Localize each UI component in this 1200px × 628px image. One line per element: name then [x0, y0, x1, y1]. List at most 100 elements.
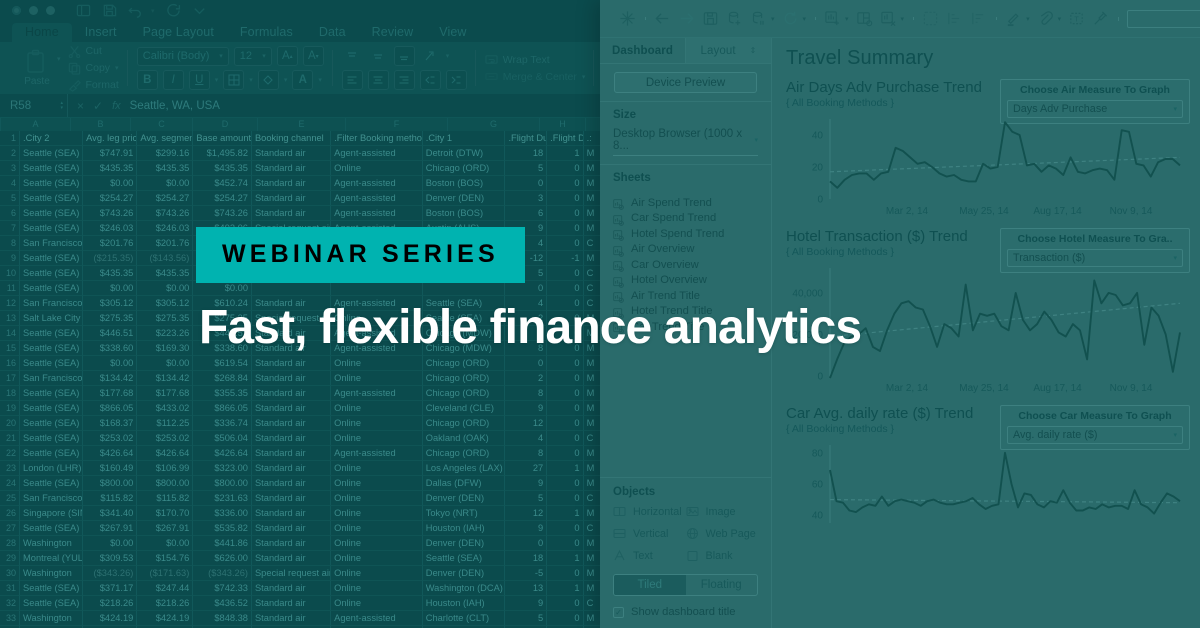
align-middle-button[interactable]: [368, 46, 389, 66]
cut-icon[interactable]: [68, 45, 81, 58]
table-cell[interactable]: 0: [505, 176, 548, 191]
table-cell[interactable]: 0: [547, 491, 584, 506]
ribbon-tab-formulas[interactable]: Formulas: [227, 23, 306, 42]
table-cell[interactable]: 0: [547, 281, 584, 296]
table-cell[interactable]: $154.76: [137, 551, 194, 566]
row-number[interactable]: 1: [0, 131, 21, 146]
table-cell[interactable]: Standard air: [251, 206, 332, 221]
borders-caret-icon[interactable]: ▾: [249, 76, 253, 84]
table-cell[interactable]: Charlotte (CLT): [422, 611, 506, 626]
table-row[interactable]: 2 Seattle (SEA) $747.91 $299.16 $1,495.82 Sta…: [0, 146, 620, 161]
table-cell[interactable]: Seattle (SEA): [422, 551, 506, 566]
table-row[interactable]: 26 Singapore (SIN) $341.40 $170.70 $336.00 St…: [0, 506, 620, 521]
merge-center-caret-icon[interactable]: ▾: [582, 73, 586, 81]
table-cell[interactable]: $371.17: [83, 581, 138, 596]
table-cell[interactable]: $441.86: [193, 536, 252, 551]
align-top-button[interactable]: [342, 46, 363, 66]
row-number[interactable]: 9: [0, 251, 21, 266]
row-number[interactable]: 26: [0, 506, 21, 521]
table-cell[interactable]: $253.02: [83, 431, 138, 446]
table-cell[interactable]: $436.52: [193, 596, 252, 611]
table-cell[interactable]: $0.00: [137, 356, 194, 371]
table-cell[interactable]: $800.00: [83, 476, 138, 491]
table-cell[interactable]: $626.00: [193, 551, 252, 566]
table-cell[interactable]: 5: [505, 161, 548, 176]
borders-button[interactable]: [223, 70, 245, 90]
table-cell[interactable]: $115.82: [137, 491, 194, 506]
table-cell[interactable]: Washington: [20, 536, 84, 551]
table-cell[interactable]: Boston (BOS): [422, 176, 506, 191]
table-cell[interactable]: Agent-assisted: [331, 386, 423, 401]
table-row[interactable]: 28 Washington $0.00 $0.00 $441.86 Standard ai…: [0, 536, 620, 551]
table-cell[interactable]: $355.35: [193, 386, 252, 401]
table-cell[interactable]: $743.26: [137, 206, 194, 221]
table-row[interactable]: 19 Seattle (SEA) $866.05 $433.02 $866.05 Stan…: [0, 401, 620, 416]
table-cell[interactable]: 0: [505, 281, 548, 296]
table-cell[interactable]: 0: [547, 161, 584, 176]
table-cell[interactable]: Standard air: [251, 581, 332, 596]
new-dashboard-icon[interactable]: [856, 10, 873, 27]
table-cell[interactable]: -5: [505, 566, 548, 581]
table-row[interactable]: 5 Seattle (SEA) $254.27 $254.27 $254.27 Stand…: [0, 191, 620, 206]
sidebar-sheet-item[interactable]: Air Spend Trend: [613, 195, 758, 211]
table-row[interactable]: 21 Seattle (SEA) $253.02 $253.02 $506.04 Stan…: [0, 431, 620, 446]
table-cell[interactable]: Standard air: [251, 431, 332, 446]
table-cell[interactable]: $866.05: [193, 401, 252, 416]
row-number[interactable]: 12: [0, 296, 21, 311]
viz-plot[interactable]: 0 20 40 Mar 2, 14 May 25, 14 Aug 17, 14 Nov 9,…: [786, 115, 1190, 219]
save-icon[interactable]: [702, 10, 719, 27]
table-cell[interactable]: $218.26: [83, 596, 138, 611]
table-cell[interactable]: $424.19: [83, 611, 138, 626]
table-cell[interactable]: Seattle (SEA): [20, 401, 84, 416]
table-cell[interactable]: Cleveland (CLE): [422, 401, 506, 416]
row-number[interactable]: 28: [0, 536, 21, 551]
table-cell[interactable]: San Francisco: [20, 296, 84, 311]
viz-plot[interactable]: 40 60 80: [786, 441, 1190, 527]
table-cell[interactable]: Online: [331, 431, 423, 446]
underline-button[interactable]: U: [188, 70, 210, 90]
table-cell[interactable]: San Francisco: [20, 371, 84, 386]
row-number[interactable]: 20: [0, 416, 21, 431]
new-story-icon[interactable]: [880, 10, 897, 27]
table-cell[interactable]: 0: [547, 611, 584, 626]
table-cell[interactable]: $742.33: [193, 581, 252, 596]
column-header[interactable]: F: [346, 118, 448, 131]
fill-color-button[interactable]: [257, 70, 279, 90]
table-cell[interactable]: San Francisco: [20, 491, 84, 506]
table-cell[interactable]: $323.00: [193, 461, 252, 476]
table-cell[interactable]: 1: [547, 581, 584, 596]
row-number[interactable]: 18: [0, 386, 21, 401]
table-cell[interactable]: 2: [505, 371, 548, 386]
table-cell[interactable]: Standard air: [251, 551, 332, 566]
font-name-select[interactable]: Calibri (Body) ▾: [136, 46, 229, 66]
table-cell[interactable]: $246.03: [83, 221, 138, 236]
floating-button[interactable]: Floating: [686, 575, 758, 595]
copy-label[interactable]: Copy: [86, 62, 111, 74]
show-dashboard-title-checkbox[interactable]: ✓: [613, 606, 624, 618]
format-label[interactable]: Format: [86, 79, 119, 91]
align-bottom-button[interactable]: [393, 46, 415, 66]
table-cell[interactable]: $0.00: [137, 281, 194, 296]
back-arrow-icon[interactable]: [654, 10, 671, 27]
table-cell[interactable]: Agent-assisted: [331, 446, 423, 461]
table-cell[interactable]: Seattle (SEA): [20, 386, 84, 401]
table-cell[interactable]: Denver (DEN): [422, 566, 506, 581]
ribbon-tab-insert[interactable]: Insert: [72, 23, 130, 42]
table-cell[interactable]: .City 1: [422, 131, 506, 146]
table-cell[interactable]: Standard air: [251, 446, 332, 461]
table-cell[interactable]: 0: [505, 356, 548, 371]
row-number[interactable]: 33: [0, 611, 21, 626]
table-cell[interactable]: $170.70: [137, 506, 194, 521]
merge-center-label[interactable]: Merge & Center: [503, 71, 577, 83]
table-cell[interactable]: Agent-assisted: [331, 206, 423, 221]
table-cell[interactable]: Seattle (SEA): [20, 221, 84, 236]
row-number[interactable]: 3: [0, 161, 21, 176]
table-cell[interactable]: $446.51: [83, 326, 138, 341]
table-cell[interactable]: Standard air: [251, 476, 332, 491]
table-cell[interactable]: $309.53: [83, 551, 138, 566]
column-header[interactable]: A: [1, 118, 71, 131]
formula-confirm-icon[interactable]: ✓: [93, 99, 103, 113]
table-cell[interactable]: $305.12: [137, 296, 194, 311]
insert-function-icon[interactable]: fx: [112, 100, 121, 112]
new-worksheet-icon[interactable]: [824, 10, 841, 27]
